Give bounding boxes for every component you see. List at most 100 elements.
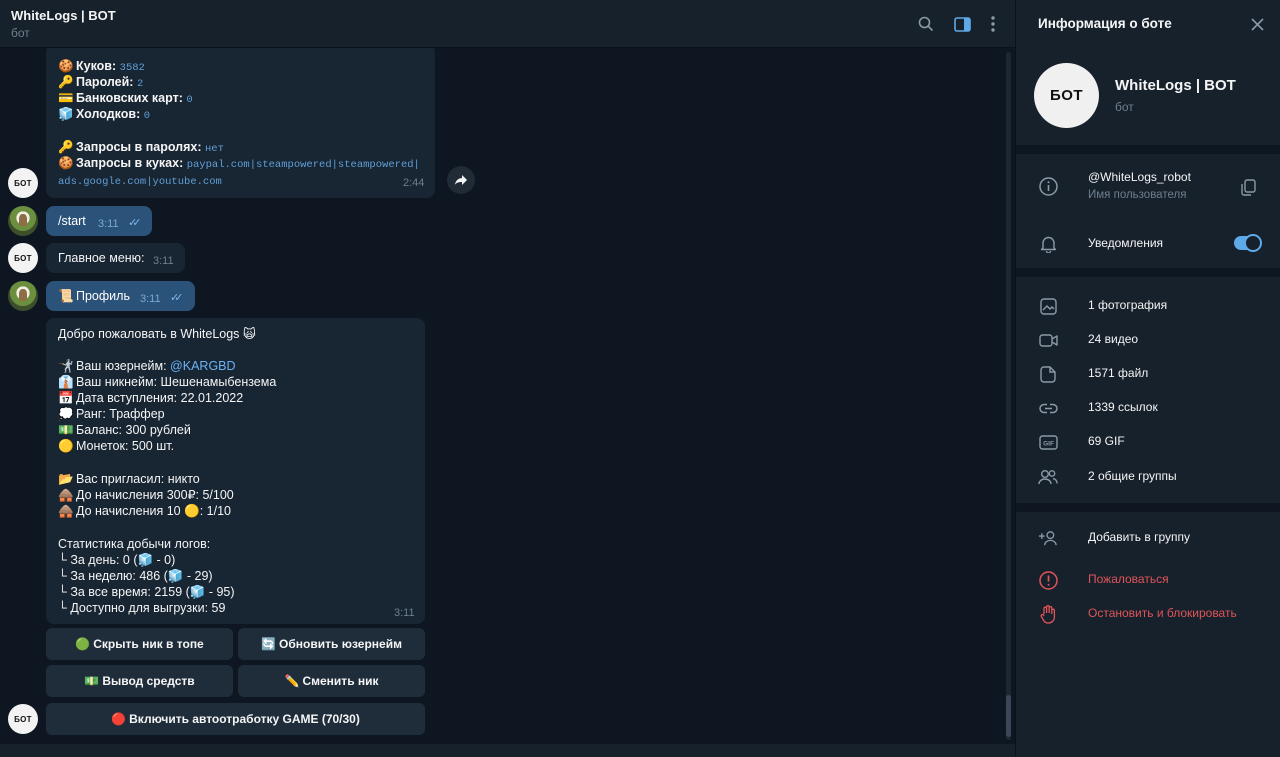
user-avatar[interactable] bbox=[8, 206, 38, 236]
ice-icon: 🧊 bbox=[189, 585, 206, 599]
media-photos-row[interactable]: 1 фотография bbox=[1016, 289, 1280, 323]
stats-title: Статистика добычи логов: bbox=[58, 537, 211, 551]
balance-line: 💵 Баланс: 300 рублей bbox=[58, 423, 191, 437]
user-avatar[interactable] bbox=[8, 281, 38, 311]
money-icon: 💵 bbox=[84, 674, 100, 688]
message-stats[interactable]: 🍪 Куков: 3582 🔑 Паролей: 2 💳 Банковских кар… bbox=[46, 48, 435, 198]
warning-icon bbox=[1038, 570, 1058, 590]
bot-info-panel: Информация о боте БОТ WhiteLogs | BOT бо… bbox=[1015, 0, 1280, 757]
message-start[interactable]: /start 3:11 ✓✓ bbox=[46, 206, 152, 236]
until-coin-line: 🛖 До начисления 10 🟡: 1/10 bbox=[58, 504, 231, 518]
calendar-icon: 📅 bbox=[58, 391, 74, 405]
bot-avatar[interactable]: БОТ bbox=[8, 168, 38, 198]
panel-title: Информация о боте bbox=[1038, 16, 1172, 31]
report-button[interactable]: Пожаловаться bbox=[1016, 563, 1280, 597]
red-circle-icon: 🔴 bbox=[111, 712, 127, 726]
svg-text:GIF: GIF bbox=[1043, 440, 1054, 447]
message-main-menu[interactable]: Главное меню: 3:11 bbox=[46, 243, 185, 273]
read-ticks-icon: ✓✓ bbox=[170, 292, 184, 304]
bot-avatar[interactable]: БОТ bbox=[8, 704, 38, 734]
media-groups-row[interactable]: 2 общие группы bbox=[1016, 460, 1280, 494]
stat-week: └ За неделю: 486 (🧊 - 29) bbox=[58, 569, 213, 583]
divider bbox=[1016, 503, 1280, 512]
report-label: Пожаловаться bbox=[1088, 572, 1169, 586]
update-username-button[interactable]: 🔄 Обновить юзернейм bbox=[238, 628, 425, 660]
message-text: 📜 Профиль bbox=[58, 289, 130, 303]
sidebar-toggle-icon[interactable] bbox=[951, 13, 973, 35]
chat-status: бот bbox=[11, 26, 30, 40]
hut-icon: 🛖 bbox=[58, 504, 74, 518]
until-rub-line: 🛖 До начисления 300₽: 5/100 bbox=[58, 488, 234, 502]
divider bbox=[1016, 145, 1280, 154]
block-button[interactable]: Остановить и блокировать bbox=[1016, 597, 1280, 631]
welcome-title: Добро пожаловать в WhiteLogs 🙀 bbox=[58, 327, 256, 341]
change-nick-button[interactable]: ✏️ Сменить ник bbox=[238, 665, 425, 697]
requests-cookies: 🍪 Запросы в куках: paypal.com|steampowere… bbox=[58, 156, 420, 171]
hide-nick-button[interactable]: 🟢 Скрыть ник в топе bbox=[46, 628, 233, 660]
message-list[interactable]: 🍪 Куков: 3582 🔑 Паролей: 2 💳 Банковских кар… bbox=[0, 48, 1015, 744]
profile-name: WhiteLogs | BOT bbox=[1115, 77, 1236, 94]
bot-avatar[interactable]: БОТ bbox=[8, 243, 38, 273]
person-icon: 🤺 bbox=[58, 359, 74, 373]
forward-icon[interactable] bbox=[447, 166, 475, 194]
coin-icon: 🟡 bbox=[58, 439, 74, 453]
file-icon bbox=[1038, 364, 1058, 384]
info-icon bbox=[1038, 176, 1058, 196]
chat-header[interactable]: WhiteLogs | BOT бот bbox=[0, 0, 1015, 48]
add-to-group-button[interactable]: Добавить в группу bbox=[1016, 521, 1280, 555]
message-welcome[interactable]: Добро пожаловать в WhiteLogs 🙀 🤺 Ваш юзер… bbox=[46, 318, 425, 624]
speech-icon: 💭 bbox=[58, 407, 74, 421]
stat-day: └ За день: 0 (🧊 - 0) bbox=[58, 553, 176, 567]
composer-bar[interactable] bbox=[0, 744, 1015, 757]
message-profile[interactable]: 📜 Профиль 3:11 ✓✓ bbox=[46, 281, 195, 311]
media-links-row[interactable]: 1339 ссылок bbox=[1016, 391, 1280, 425]
ice-icon: 🧊 bbox=[167, 569, 184, 583]
ice-icon: 🧊 bbox=[137, 553, 154, 567]
folder-icon: 📂 bbox=[58, 472, 74, 486]
stat-line-cold: 🧊 Холодков: 0 bbox=[58, 107, 151, 122]
scrollbar-thumb[interactable] bbox=[1006, 695, 1011, 737]
copy-icon[interactable] bbox=[1238, 177, 1258, 197]
key-icon: 🔑 bbox=[58, 140, 74, 154]
message-time: 3:11 bbox=[140, 293, 161, 305]
add-to-group-label: Добавить в группу bbox=[1088, 530, 1190, 544]
joined-line: 📅 Дата вступления: 22.01.2022 bbox=[58, 391, 244, 405]
photo-icon bbox=[1038, 296, 1058, 316]
cookie-icon: 🍪 bbox=[58, 156, 74, 170]
search-icon[interactable] bbox=[915, 13, 937, 35]
message-text: /start bbox=[58, 214, 86, 228]
media-label: 2 общие группы bbox=[1088, 469, 1177, 483]
profile-avatar[interactable]: БОТ bbox=[1034, 63, 1099, 128]
notifications-toggle[interactable] bbox=[1234, 234, 1262, 252]
money-icon: 💵 bbox=[58, 423, 74, 437]
coin-icon: 🟡 bbox=[184, 504, 200, 518]
media-videos-row[interactable]: 24 видео bbox=[1016, 323, 1280, 357]
autofarm-button[interactable]: 🔴 Включить автоотработку GAME (70/30) bbox=[46, 703, 425, 735]
ice-icon: 🧊 bbox=[58, 107, 74, 121]
media-label: 1 фотография bbox=[1088, 298, 1168, 312]
read-ticks-icon: ✓✓ bbox=[128, 217, 142, 229]
media-files-row[interactable]: 1571 файл bbox=[1016, 357, 1280, 391]
username-text[interactable]: @WhiteLogs_robot bbox=[1088, 170, 1191, 184]
message-time: 3:11 bbox=[153, 255, 174, 267]
badge-icon: 👔 bbox=[58, 375, 74, 389]
username-row[interactable]: @WhiteLogs_robot Имя пользователя bbox=[1016, 169, 1280, 213]
media-gifs-row[interactable]: GIF 69 GIF bbox=[1016, 425, 1280, 459]
key-icon: 🔑 bbox=[58, 75, 74, 89]
message-time: 2:44 bbox=[403, 177, 425, 189]
notifications-label: Уведомления bbox=[1088, 236, 1164, 250]
media-label: 1339 ссылок bbox=[1088, 400, 1158, 414]
chat-title[interactable]: WhiteLogs | BOT bbox=[11, 8, 116, 23]
hut-icon: 🛖 bbox=[58, 488, 74, 502]
username-link[interactable]: @KARGBD bbox=[170, 359, 235, 373]
gif-icon: GIF bbox=[1038, 432, 1058, 452]
profile-status: бот bbox=[1115, 100, 1134, 114]
message-text: Главное меню: bbox=[58, 251, 145, 265]
media-label: 69 GIF bbox=[1088, 434, 1125, 448]
close-icon[interactable] bbox=[1246, 13, 1268, 35]
media-label: 1571 файл bbox=[1088, 366, 1149, 380]
withdraw-button[interactable]: 💵 Вывод средств bbox=[46, 665, 233, 697]
scrollbar-track[interactable] bbox=[1006, 52, 1011, 740]
more-menu-icon[interactable] bbox=[982, 13, 1004, 35]
media-label: 24 видео bbox=[1088, 332, 1139, 346]
